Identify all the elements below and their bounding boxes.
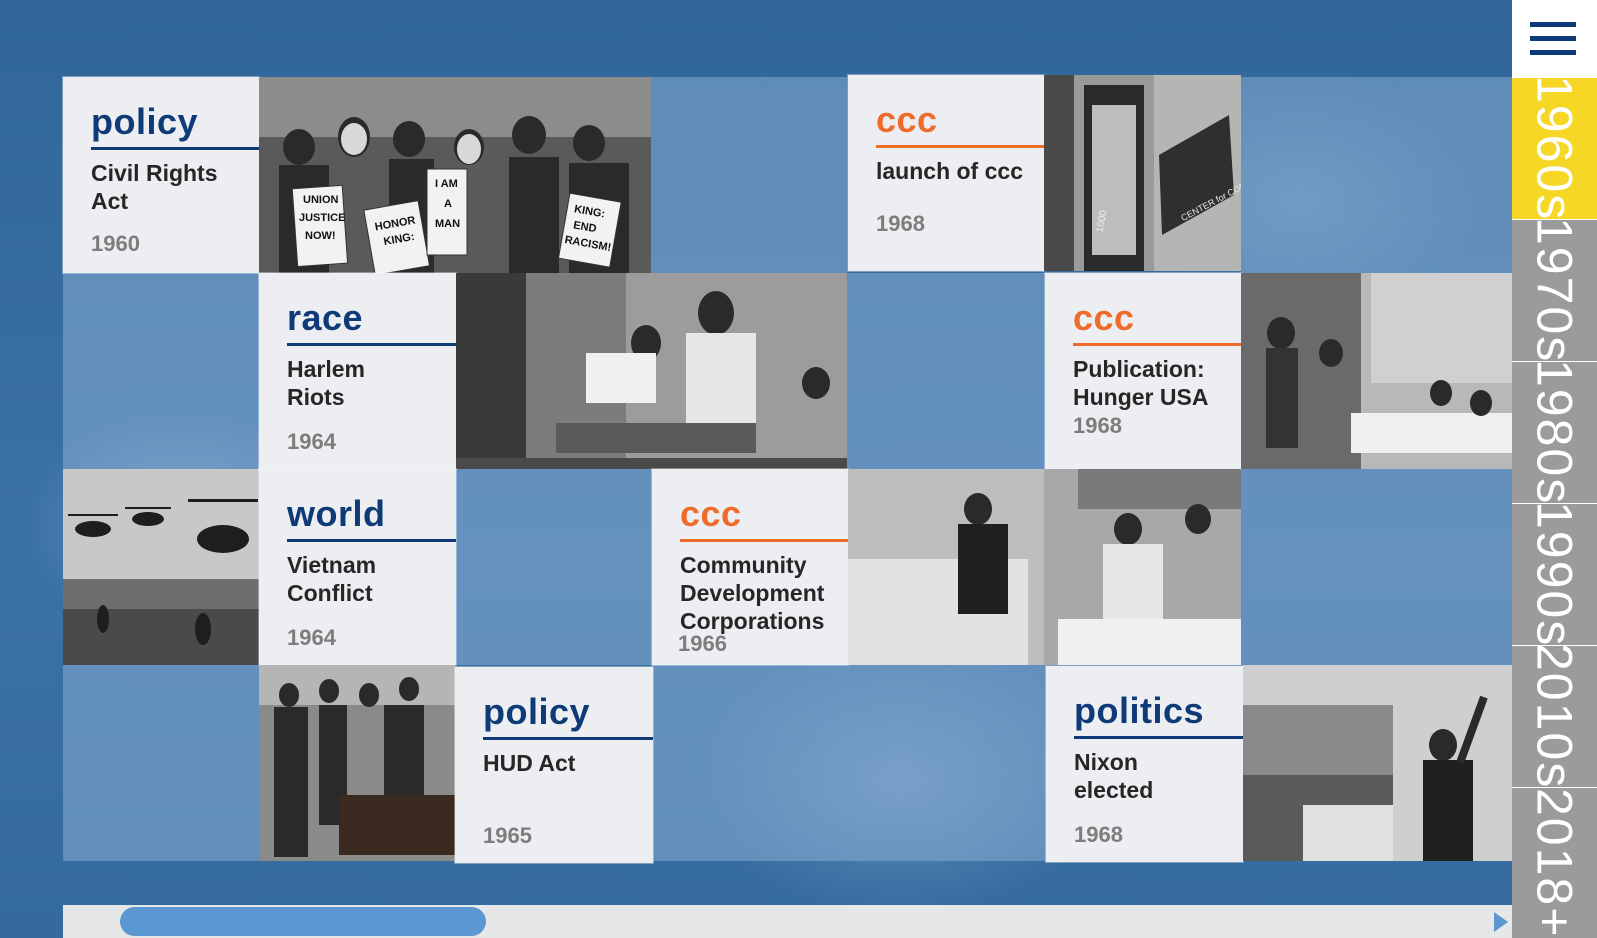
menu-button[interactable] [1512,0,1597,78]
svg-text:A: A [444,198,452,210]
category-rule [287,343,456,346]
vietnam-helicopters-photo[interactable] [63,469,259,665]
card-title: HUD Act [483,750,576,776]
harlem-riots-photo[interactable] [456,273,847,469]
decade-tab-1980s[interactable]: 1980s [1512,359,1597,506]
svg-text:JUSTICE: JUSTICE [299,212,345,224]
svg-text:I AM: I AM [435,178,458,190]
timeline-grid: policy Civil Rights Act 1960 UNION JUSTI… [63,75,1512,877]
blank-tile [63,273,259,469]
decade-tab-2018-plus[interactable]: 2018+ [1512,788,1597,938]
card-category: world [287,493,386,534]
card-category: ccc [1073,297,1135,338]
card-category: race [287,297,364,338]
card-category: policy [91,101,199,142]
card-year: 1968 [1073,413,1122,438]
card-year: 1964 [287,625,336,650]
decade-label: 2010s [1526,643,1583,790]
card-civil-rights-act[interactable]: policy Civil Rights Act 1960 [63,77,259,273]
card-title: Community Development Corporations [680,552,825,634]
category-rule [287,539,456,542]
decade-label: 1990s [1526,501,1583,648]
decade-label: 1970s [1526,217,1583,364]
blank-tile [63,665,259,861]
protest-march-photo[interactable]: UNION JUSTICE NOW! HONOR KING: I AM A MAN KIN… [259,77,651,273]
card-harlem-riots[interactable]: race Harlem Riots 1964 [259,273,456,469]
card-category: ccc [680,493,742,534]
card-year: 1965 [483,823,532,848]
hunger-family-photo[interactable] [1241,273,1512,469]
category-rule [1074,736,1243,739]
ccc-office-sign-photo[interactable]: CENTER for COMMUNITY CHANGE 1000 [1044,75,1241,271]
hamburger-menu-icon [1530,22,1576,27]
decade-tab-2010s[interactable]: 2010s [1512,643,1597,790]
blank-tile [847,273,1045,469]
decade-tab-1990s[interactable]: 1990s [1512,501,1597,648]
scroll-right-arrow-icon[interactable] [1494,912,1508,932]
decade-label: 1980s [1526,359,1583,506]
card-year: 1968 [876,211,925,236]
card-category: policy [483,691,591,732]
card-launch-of-ccc[interactable]: ccc launch of ccc 1968 [848,75,1044,271]
hamburger-line [1530,36,1576,41]
card-category: ccc [876,99,938,140]
blank-tile [653,665,1046,861]
decade-label: 1960s [1526,75,1583,222]
category-rule [1073,343,1241,346]
card-category: politics [1074,690,1205,731]
card-vietnam-conflict[interactable]: world Vietnam Conflict 1964 [259,469,456,665]
blank-tile [1241,469,1512,665]
category-rule [680,539,848,542]
scrollbar-thumb[interactable] [120,907,486,936]
card-title: launch of ccc [876,158,1023,184]
card-community-development[interactable]: ccc Community Development Corporations 1… [652,469,848,665]
card-year: 1960 [91,231,140,256]
hamburger-line [1530,50,1576,55]
category-rule [91,147,259,150]
svg-text:UNION: UNION [303,194,339,206]
card-year: 1968 [1074,822,1123,847]
decade-tab-1970s[interactable]: 1970s [1512,217,1597,364]
blank-tile [1241,77,1512,273]
hud-signing-photo[interactable] [259,665,455,861]
svg-text:NOW!: NOW! [305,230,336,242]
card-title: Harlem Riots [287,356,365,410]
category-rule [876,145,1044,148]
decade-tab-1960s[interactable]: 1960s [1512,75,1597,222]
card-title: Vietnam Conflict [287,552,377,606]
card-hunger-usa[interactable]: ccc Publication: Hunger USA 1968 [1045,273,1241,469]
card-hud-act[interactable]: policy HUD Act 1965 [455,667,653,863]
svg-text:MAN: MAN [435,218,460,230]
card-nixon-elected[interactable]: politics Nixon elected 1968 [1046,666,1243,862]
category-rule [483,737,653,740]
community-planning-photo[interactable] [848,469,1241,665]
card-title: Nixon elected [1074,749,1154,803]
nixon-rally-photo[interactable] [1243,665,1512,861]
card-year: 1966 [678,631,727,656]
card-title: Civil Rights Act [91,160,218,214]
blank-tile [651,77,847,273]
card-year: 1964 [287,429,336,454]
blank-tile [456,469,652,665]
decade-label: 2018+ [1526,787,1583,938]
card-title: Publication: Hunger USA [1073,356,1209,410]
